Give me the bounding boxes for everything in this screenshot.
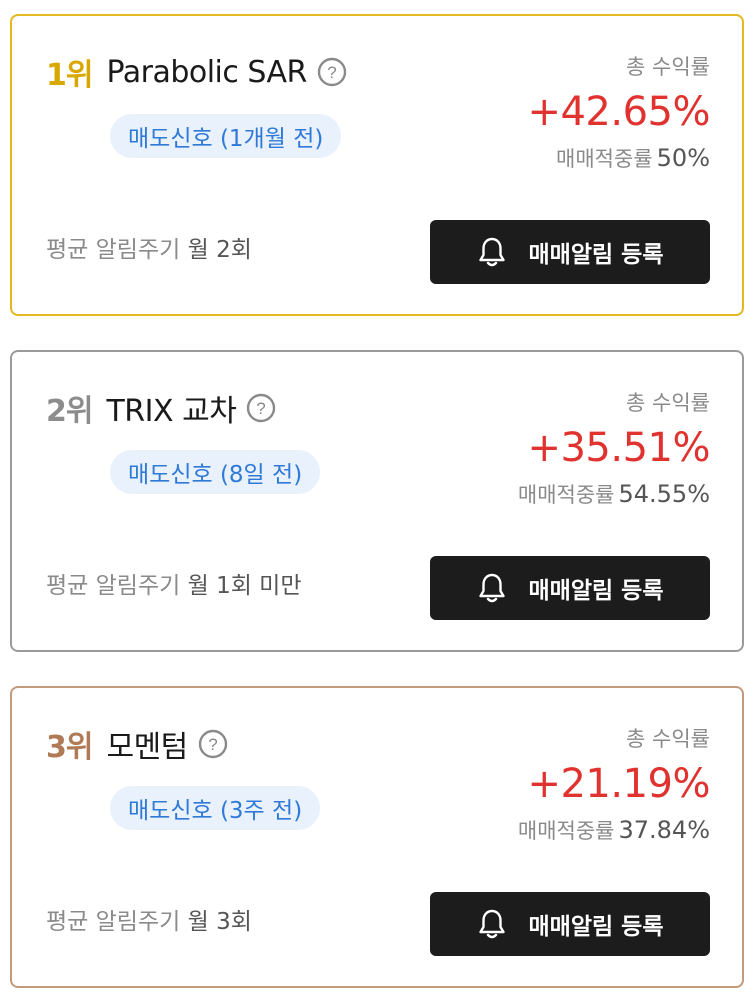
- strategy-name: 모멘텀: [106, 730, 188, 765]
- alert-cycle: 평균 알림주기 월 2회: [46, 230, 252, 264]
- accuracy-label: 매매적중률: [556, 147, 653, 171]
- total-return-value: +42.65%: [527, 89, 710, 135]
- strategy-card-3: 3위 모멘텀 ? 매도신호 (3주 전) 총 수익률 +21.19% 매매적중률…: [10, 686, 744, 988]
- signal-badge: 매도신호 (1개월 전): [110, 114, 342, 158]
- strategy-name: TRIX 교차: [106, 394, 237, 429]
- rank-label: 2위: [46, 394, 93, 429]
- card-title-row: 3위 모멘텀 ?: [46, 722, 228, 766]
- accuracy-label: 매매적중률: [517, 483, 615, 507]
- alert-cycle-label: 평균 알림주기: [46, 237, 181, 263]
- bell-icon: [477, 572, 507, 604]
- total-return-label: 총 수익률: [626, 391, 710, 415]
- total-return-label: 총 수익률: [626, 55, 710, 79]
- strategy-card-2: 2위 TRIX 교차 ? 매도신호 (8일 전) 총 수익률 +35.51% 매…: [10, 350, 744, 652]
- total-return-label: 총 수익률: [626, 727, 710, 751]
- rank-label: 3위: [46, 730, 93, 765]
- alert-cycle-value: 월 1회 미만: [187, 573, 302, 599]
- accuracy-value: 54.55%: [618, 480, 710, 508]
- svg-text:?: ?: [327, 63, 336, 82]
- rank-label: 1위: [46, 58, 93, 93]
- register-alert-label: 매매알림 등록: [528, 242, 664, 268]
- return-summary: 총 수익률 +21.19% 매매적중률 37.84%: [518, 722, 711, 850]
- card-title-row: 2위 TRIX 교차 ?: [46, 386, 276, 430]
- svg-text:?: ?: [208, 735, 217, 754]
- signal-badge: 매도신호 (3주 전): [110, 786, 321, 830]
- register-alert-label: 매매알림 등록: [528, 914, 664, 940]
- return-summary: 총 수익률 +35.51% 매매적중률 54.55%: [518, 386, 711, 514]
- help-icon[interactable]: ?: [317, 57, 347, 87]
- total-return-value: +35.51%: [527, 425, 710, 471]
- accuracy-value: 37.84%: [618, 816, 710, 844]
- accuracy-line: 매매적중률 54.55%: [518, 476, 710, 514]
- accuracy-line: 매매적중률 50%: [527, 140, 710, 178]
- register-alert-button[interactable]: 매매알림 등록: [430, 556, 710, 620]
- help-icon[interactable]: ?: [198, 729, 228, 759]
- register-alert-button[interactable]: 매매알림 등록: [430, 892, 710, 956]
- card-title-row: 1위 Parabolic SAR ?: [46, 50, 347, 94]
- total-return-value: +21.19%: [527, 761, 710, 807]
- bell-icon: [477, 236, 507, 268]
- register-alert-label: 매매알림 등록: [528, 578, 664, 604]
- alert-cycle-value: 월 2회: [187, 237, 252, 263]
- return-summary: 총 수익률 +42.65% 매매적중률 50%: [527, 50, 710, 178]
- signal-badge: 매도신호 (8일 전): [110, 450, 321, 494]
- alert-cycle-label: 평균 알림주기: [46, 909, 181, 935]
- help-icon[interactable]: ?: [246, 393, 276, 423]
- strategy-card-1: 1위 Parabolic SAR ? 매도신호 (1개월 전) 총 수익률 +4…: [10, 14, 744, 316]
- alert-cycle-label: 평균 알림주기: [46, 573, 181, 599]
- accuracy-label: 매매적중률: [517, 819, 615, 843]
- accuracy-value: 50%: [656, 144, 710, 172]
- alert-cycle-value: 월 3회: [187, 909, 252, 935]
- svg-text:?: ?: [257, 399, 266, 418]
- alert-cycle: 평균 알림주기 월 3회: [46, 902, 252, 936]
- register-alert-button[interactable]: 매매알림 등록: [430, 220, 710, 284]
- accuracy-line: 매매적중률 37.84%: [518, 812, 710, 850]
- bell-icon: [477, 908, 507, 940]
- alert-cycle: 평균 알림주기 월 1회 미만: [46, 566, 302, 600]
- strategy-name: Parabolic SAR: [106, 54, 307, 90]
